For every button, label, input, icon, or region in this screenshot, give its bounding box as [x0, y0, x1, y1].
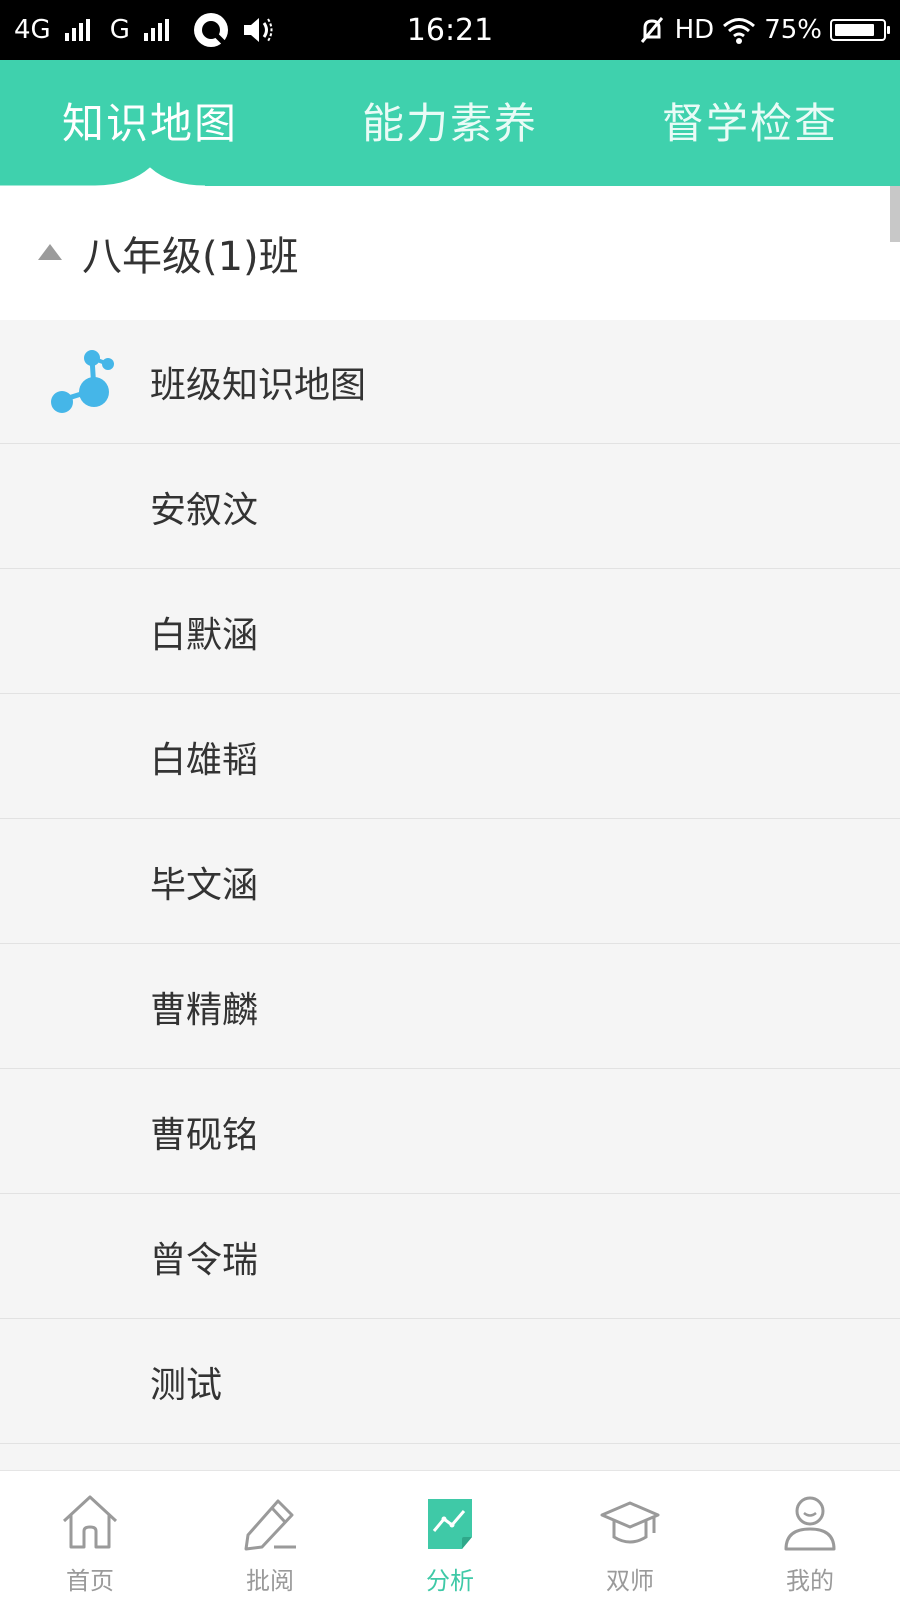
active-tab-indicator [0, 167, 900, 186]
list-item[interactable]: 毕文涵 [0, 820, 900, 944]
nav-label: 双师 [606, 1567, 654, 1595]
list-item-label: 班级知识地图 [150, 365, 367, 406]
knowledge-map-icon [51, 350, 114, 413]
student-name: 安叙汶 [150, 490, 259, 531]
list-item[interactable]: 曹砚铭 [0, 1070, 900, 1194]
student-name: 曹精麟 [150, 990, 259, 1031]
collapse-caret-icon[interactable] [38, 244, 62, 260]
battery-icon [830, 19, 890, 41]
student-name: 测试 [150, 1365, 223, 1406]
student-name: 曾令瑞 [150, 1240, 259, 1281]
nav-review[interactable]: 批阅 [180, 1471, 360, 1601]
list-item[interactable]: 曾令瑞 [0, 1195, 900, 1319]
nav-home[interactable]: 首页 [0, 1471, 180, 1601]
status-time: 16:21 [406, 12, 494, 48]
class-group-header[interactable]: 八年级(1)班 [0, 186, 900, 321]
student-name: 曹砚铭 [150, 1115, 259, 1156]
nav-analysis[interactable]: 分析 [360, 1471, 540, 1601]
nav-mine[interactable]: 我的 [720, 1471, 900, 1601]
scrollbar[interactable] [890, 186, 900, 242]
list-item[interactable]: 测试 [0, 1320, 900, 1444]
analysis-icon [428, 1499, 472, 1549]
hd-indicator: HD [674, 15, 715, 45]
wifi-icon [723, 18, 756, 44]
nav-label: 分析 [426, 1567, 474, 1595]
list-item[interactable]: 白默涵 [0, 570, 900, 694]
list-item[interactable]: 曹精麟 [0, 945, 900, 1069]
user-icon [784, 1496, 836, 1551]
list-item-class-map[interactable]: 班级知识地图 [0, 320, 900, 444]
class-name: 八年级(1)班 [82, 234, 299, 280]
bottom-nav: 首页 批阅 分析 双师 我的 [0, 1470, 900, 1601]
list-item[interactable]: 白雄韬 [0, 695, 900, 819]
nav-label: 首页 [66, 1567, 114, 1595]
status-bar: 4G G 16:21 HD 75% [0, 0, 900, 60]
top-tab-bar: 知识地图 能力素养 督学检查 [0, 60, 900, 186]
student-name: 毕文涵 [150, 865, 259, 906]
list-item[interactable]: 安叙汶 [0, 445, 900, 569]
battery-percent: 75% [764, 15, 822, 45]
nav-dual-teacher[interactable]: 双师 [540, 1471, 720, 1601]
edit-icon [244, 1499, 296, 1551]
graduation-cap-icon [600, 1501, 660, 1544]
nav-label: 批阅 [246, 1567, 294, 1595]
student-name: 白雄韬 [150, 740, 259, 781]
nav-label: 我的 [786, 1567, 834, 1595]
home-icon [62, 1495, 118, 1549]
alarm-off-icon [640, 17, 663, 43]
student-name: 白默涵 [150, 615, 259, 656]
class-list[interactable]: 八年级(1)班 班级知识地图 安叙汶 白默涵 白雄韬 毕文涵 曹精麟 曹砚铭 曾… [0, 186, 900, 1470]
